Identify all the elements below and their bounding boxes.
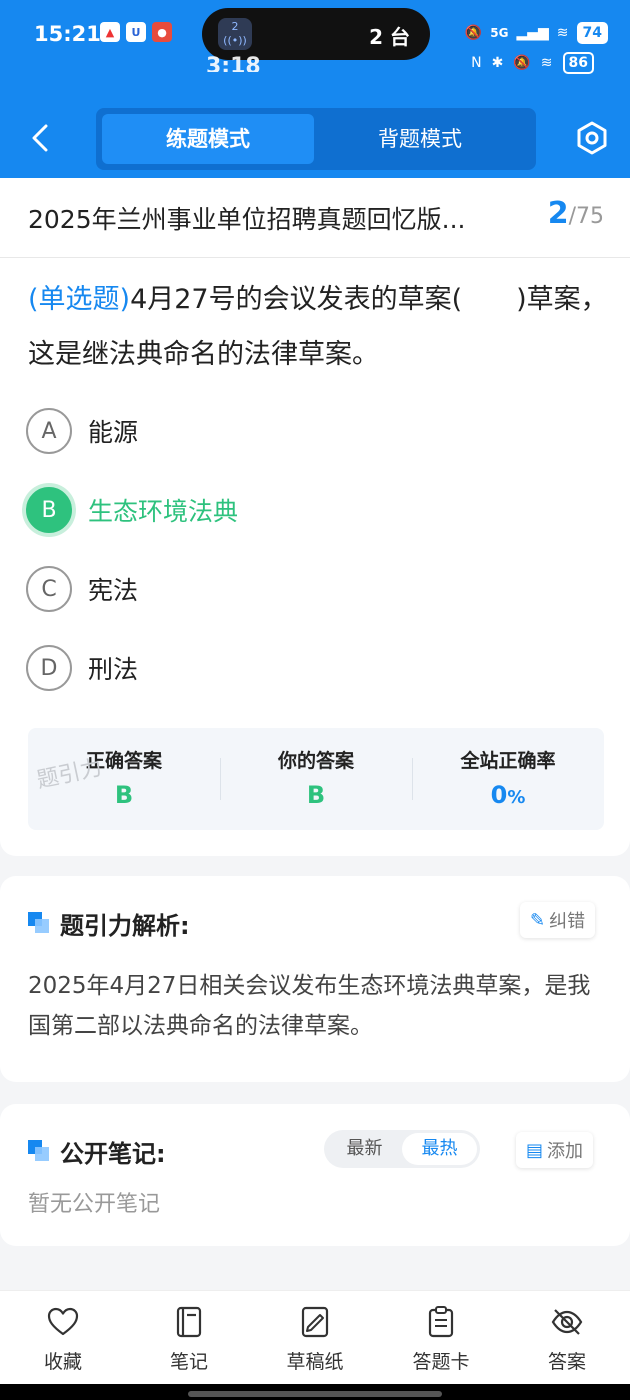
status-indicators-secondary: N ✱ 🔕 ≋ 86 [471, 52, 594, 74]
nav-answer-card[interactable]: 答题卡 [378, 1291, 504, 1384]
your-answer-stat: 你的答案 B [220, 728, 412, 830]
nav-notes[interactable]: 笔记 [126, 1291, 252, 1384]
answer-card-icon [428, 1306, 454, 1338]
paper-title-bar: 2025年兰州事业单位招聘真题回忆版... 2/75 [0, 178, 630, 258]
notes-header: 公开笔记: [28, 1134, 166, 1169]
tab-practice-mode[interactable]: 练题模式 [102, 114, 314, 164]
question-stem: (单选题)4月27号的会议发表的草案( )草案，这是继法典命名的法律草案。 [28, 272, 608, 382]
notes-sort-switch: 最新 最热 [324, 1130, 480, 1168]
add-note-button[interactable]: ▤ 添加 [516, 1132, 594, 1168]
eye-off-icon [551, 1309, 583, 1335]
bottom-nav: 收藏 笔记 草稿纸 答题卡 答案 [0, 1290, 630, 1384]
paper-title: 2025年兰州事业单位招聘真题回忆版... [28, 205, 466, 234]
notebook-icon [176, 1306, 202, 1338]
sort-hottest[interactable]: 最热 [402, 1133, 477, 1165]
notes-title: 公开笔记: [60, 1140, 166, 1168]
option-letter: A [26, 408, 72, 454]
option-text: 刑法 [88, 655, 139, 684]
option-b[interactable]: B 生态环境法典 [26, 483, 606, 537]
sort-latest[interactable]: 最新 [327, 1133, 402, 1165]
status-app-icons: ▲ U ● [100, 22, 172, 42]
section-marker-icon [28, 1139, 52, 1164]
nav-label: 收藏 [43, 1351, 82, 1373]
island-badge: 2 [231, 20, 239, 33]
app-header: 15:21 ▲ U ● 2 ((•)) 2 台 3:18 🔕 5G ▂▄▆ ≋ 7… [0, 0, 630, 178]
stat-label: 你的答案 [277, 750, 354, 772]
current-question-number: 2 [547, 196, 569, 231]
nav-label: 笔记 [169, 1351, 208, 1373]
report-error-button[interactable]: ✎ 纠错 [520, 902, 596, 938]
nfc-icon: N [471, 55, 482, 71]
settings-button[interactable] [574, 120, 610, 156]
tab-memorize-mode[interactable]: 背题模式 [314, 114, 526, 164]
settings-icon [577, 121, 607, 155]
analysis-card: 题引力解析: ✎ 纠错 2025年4月27日相关会议发布生态环境法典草案，是我国… [0, 876, 630, 1082]
wifi-icon: ≋ [556, 25, 569, 41]
draft-paper-icon [301, 1306, 329, 1338]
ghost-time: 3:18 [206, 54, 261, 72]
option-a[interactable]: A 能源 [26, 404, 606, 458]
nav-draft-paper[interactable]: 草稿纸 [252, 1291, 378, 1384]
nav-label: 答案 [547, 1351, 586, 1373]
home-indicator[interactable] [188, 1391, 442, 1397]
heart-icon [47, 1307, 79, 1336]
bluetooth-icon: ✱ [491, 55, 504, 71]
nav-label: 草稿纸 [286, 1351, 344, 1373]
network-label: 5G [490, 26, 509, 40]
mode-switch: 练题模式 背题模式 [96, 108, 536, 170]
mute-icon: 🔕 [513, 55, 531, 71]
public-notes-card: 公开笔记: 最新 最热 ▤ 添加 暂无公开笔记 [0, 1104, 630, 1246]
section-marker-icon [28, 911, 52, 936]
status-bar: 15:21 ▲ U ● 2 ((•)) 2 台 3:18 🔕 5G ▂▄▆ ≋ 7… [0, 0, 630, 74]
wifi-icon: ≋ [540, 55, 553, 71]
question-counter[interactable]: 2/75 [548, 196, 604, 231]
comment-icon: ▤ [526, 1139, 544, 1161]
nav-favorite[interactable]: 收藏 [0, 1291, 126, 1384]
total-questions: /75 [568, 204, 604, 229]
notification-app-icon: ● [152, 22, 172, 42]
option-c[interactable]: C 宪法 [26, 562, 606, 616]
nav-show-answer[interactable]: 答案 [504, 1291, 630, 1384]
empty-notes-text: 暂无公开笔记 [28, 1192, 161, 1217]
add-note-label: 添加 [547, 1141, 584, 1162]
accuracy-rate-stat: 全站正确率 0% [412, 728, 604, 830]
accuracy-rate-value: 0% [412, 781, 604, 809]
mute-icon: 🔕 [464, 25, 483, 41]
island-text: 2 台 [369, 25, 410, 49]
nav-label: 答题卡 [412, 1351, 470, 1373]
option-letter: D [26, 645, 72, 691]
option-letter: C [26, 566, 72, 612]
battery-level: 74 [576, 22, 608, 44]
edit-icon: ✎ [530, 909, 546, 931]
back-button[interactable] [26, 118, 56, 158]
report-error-label: 纠错 [549, 911, 586, 932]
analysis-text: 2025年4月27日相关会议发布生态环境法典草案，是我国第二部以法典命名的法律草… [28, 973, 591, 1039]
analysis-header: 题引力解析: [28, 906, 190, 941]
status-time: 15:21 [34, 22, 101, 46]
option-text: 宪法 [88, 576, 139, 605]
question-type: (单选题) [28, 284, 131, 315]
status-indicators: 🔕 5G ▂▄▆ ≋ 74 [465, 22, 608, 44]
answer-stats: 正确答案 B 你的答案 B 全站正确率 0% [28, 728, 604, 830]
option-text: 能源 [88, 418, 139, 447]
signal-icon: ▂▄▆ [516, 25, 549, 41]
battery-level-secondary: 86 [562, 52, 594, 74]
option-d[interactable]: D 刑法 [26, 641, 606, 695]
stat-label: 全站正确率 [460, 750, 556, 772]
broadcast-icon: 2 ((•)) [218, 18, 252, 50]
notification-app-icon: ▲ [100, 22, 120, 42]
analysis-title: 题引力解析: [60, 912, 190, 940]
notification-app-icon: U [126, 22, 146, 42]
your-answer-value: B [306, 781, 326, 809]
option-text: 生态环境法典 [88, 497, 239, 526]
chevron-left-icon [32, 124, 48, 152]
question-card: (单选题)4月27号的会议发表的草案( )草案，这是继法典命名的法律草案。 A … [0, 258, 630, 856]
option-letter: B [26, 487, 72, 533]
rate-unit: % [507, 787, 526, 808]
rate-number: 0 [490, 781, 508, 809]
